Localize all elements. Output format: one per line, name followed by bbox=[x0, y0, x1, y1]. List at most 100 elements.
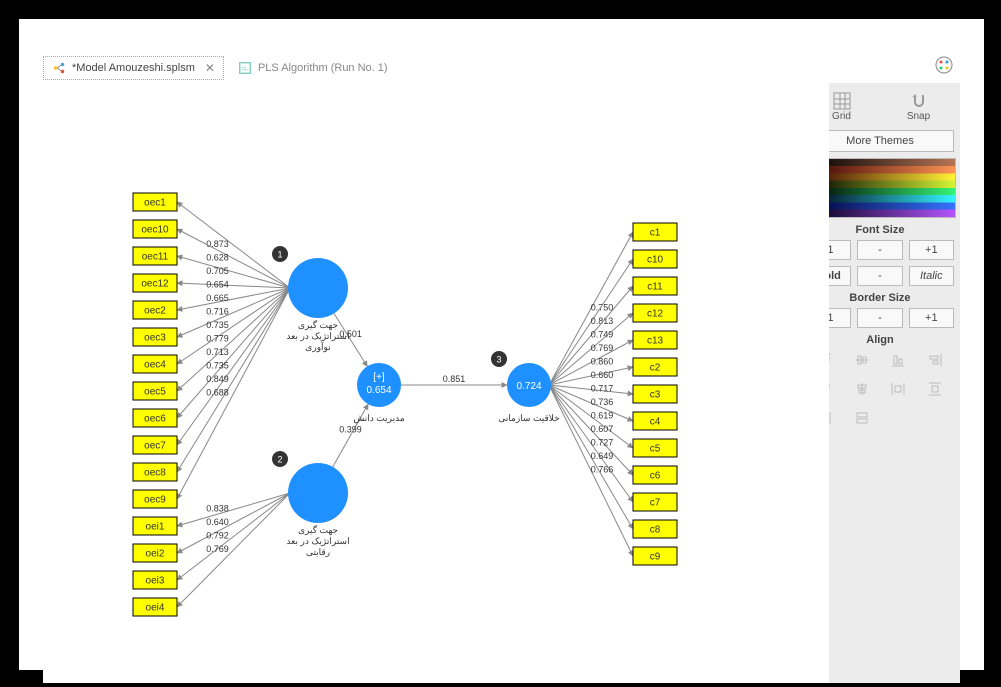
loading-value: 0.779 bbox=[206, 334, 229, 344]
indicator-label: oec8 bbox=[144, 468, 166, 479]
align-right-icon[interactable] bbox=[922, 352, 949, 371]
loading-value: 0.735 bbox=[206, 320, 229, 330]
tab-close-icon[interactable]: ✕ bbox=[205, 61, 215, 75]
distribute-v-icon[interactable] bbox=[922, 381, 949, 400]
lv-label: مدیریت دانش bbox=[353, 413, 405, 424]
font-inc-button[interactable]: +1 bbox=[909, 240, 954, 260]
loading-value: 0.873 bbox=[206, 239, 229, 249]
indicator-label: oec5 bbox=[144, 387, 166, 398]
path-coefficient: 0.399 bbox=[339, 425, 362, 435]
svg-text:نوآوری: نوآوری bbox=[305, 341, 330, 353]
indicator-label: oec3 bbox=[144, 333, 166, 344]
loading-value: 0.688 bbox=[206, 388, 229, 398]
indicator-label: c4 bbox=[650, 417, 661, 428]
loading-value: 0.766 bbox=[591, 465, 614, 475]
model-canvas[interactable]: 0.873 0.628 0.705 0.654 0.665 0.716 0.735 0.779… bbox=[43, 83, 829, 683]
app-frame: *Model Amouzeshi.splsm ✕ PLS Algorithm (… bbox=[18, 18, 985, 671]
same-height-icon[interactable] bbox=[849, 410, 876, 429]
svg-text:استراتژیک در بعد: استراتژیک در بعد bbox=[286, 536, 349, 547]
indicator-label: c6 bbox=[650, 471, 661, 482]
tab-bar: *Model Amouzeshi.splsm ✕ PLS Algorithm (… bbox=[43, 53, 396, 83]
lv-number-badge: 1 bbox=[277, 249, 282, 259]
indicator-label: oec6 bbox=[144, 414, 166, 425]
indicator-label: c10 bbox=[647, 255, 664, 266]
loading-value: 0.607 bbox=[591, 424, 614, 434]
indicator-label: oec11 bbox=[142, 252, 169, 263]
indicator-label: c5 bbox=[650, 444, 661, 455]
svg-text:استراتژیک در بعد: استراتژیک در بعد bbox=[286, 331, 349, 342]
loading-value: 0.727 bbox=[591, 438, 614, 448]
indicator-label: oei2 bbox=[146, 549, 165, 560]
loading-value: 0.640 bbox=[206, 517, 229, 527]
svg-text:+: + bbox=[912, 92, 917, 101]
indicator-label: c8 bbox=[650, 525, 661, 536]
loading-value: 0.628 bbox=[206, 253, 229, 263]
loading-value: 0.705 bbox=[206, 266, 229, 276]
lv-number-badge: 3 bbox=[496, 354, 501, 364]
indicator-label: c2 bbox=[650, 363, 661, 374]
loading-value: 0.849 bbox=[206, 374, 229, 384]
lv-label: خلاقیت سازمانی bbox=[498, 413, 560, 424]
lv-label: جهت گیری bbox=[298, 524, 338, 536]
lv-label: جهت گیری bbox=[298, 319, 338, 331]
indicator-label: c13 bbox=[647, 336, 664, 347]
loading-value: 0.860 bbox=[591, 357, 614, 367]
report-icon bbox=[238, 61, 252, 75]
loading-value: 0.660 bbox=[591, 370, 614, 380]
loading-value: 0.750 bbox=[591, 303, 614, 313]
loading-value: 0.769 bbox=[591, 343, 614, 353]
align-hcenter-icon[interactable] bbox=[849, 381, 876, 400]
lv-rsquare: 0.724 bbox=[516, 381, 541, 392]
align-vcenter-icon[interactable] bbox=[849, 352, 876, 371]
border-reset-button[interactable]: - bbox=[857, 308, 902, 328]
tab-model-label: *Model Amouzeshi.splsm bbox=[72, 62, 195, 74]
lv-expand-icon: [+] bbox=[373, 372, 385, 383]
loading-value: 0.619 bbox=[591, 411, 614, 421]
tab-model[interactable]: *Model Amouzeshi.splsm ✕ bbox=[43, 56, 224, 80]
lv-number-badge: 2 bbox=[277, 454, 282, 464]
loading-value: 0.665 bbox=[206, 293, 229, 303]
palette-icon[interactable] bbox=[934, 55, 954, 75]
diagram: 0.873 0.628 0.705 0.654 0.665 0.716 0.735 0.779… bbox=[43, 83, 829, 683]
indicator-label: oec4 bbox=[144, 360, 166, 371]
loading-value: 0.813 bbox=[591, 316, 614, 326]
loading-value: 0.716 bbox=[206, 307, 229, 317]
align-bottom-icon[interactable] bbox=[885, 352, 912, 371]
indicator-label: oec7 bbox=[144, 441, 166, 452]
indicator-label: c1 bbox=[650, 228, 661, 239]
loading-value: 0.654 bbox=[206, 280, 229, 290]
indicator-label: oei3 bbox=[146, 576, 165, 587]
model-icon bbox=[52, 61, 66, 75]
indicator-label: oei4 bbox=[146, 603, 165, 614]
style-reset-button[interactable]: - bbox=[857, 266, 902, 286]
indicator-label: oec2 bbox=[144, 306, 166, 317]
loading-value: 0.735 bbox=[206, 361, 229, 371]
indicator-label: oec1 bbox=[144, 198, 166, 209]
latent-variable[interactable] bbox=[288, 258, 348, 318]
loading-value: 0.713 bbox=[206, 347, 229, 357]
indicator-label: c7 bbox=[650, 498, 661, 509]
indicator-label: c11 bbox=[647, 282, 663, 293]
indicator-label: c9 bbox=[650, 552, 661, 563]
loading-value: 0.749 bbox=[591, 330, 614, 340]
indicator-label: c12 bbox=[647, 309, 664, 320]
tab-pls-label: PLS Algorithm (Run No. 1) bbox=[258, 62, 388, 74]
path-coefficient: 0.851 bbox=[443, 374, 466, 384]
distribute-h-icon[interactable] bbox=[885, 381, 912, 400]
indicator-label: oei1 bbox=[146, 522, 165, 533]
font-reset-button[interactable]: - bbox=[857, 240, 902, 260]
indicator-label: oec10 bbox=[141, 225, 169, 236]
snap-button[interactable]: + Snap bbox=[883, 89, 954, 124]
border-inc-button[interactable]: +1 bbox=[909, 308, 954, 328]
latent-variable[interactable] bbox=[288, 463, 348, 523]
loading-value: 0.736 bbox=[591, 397, 614, 407]
italic-button[interactable]: Italic bbox=[909, 266, 954, 286]
svg-text:رقابتی: رقابتی bbox=[306, 547, 330, 558]
loading-value: 0.838 bbox=[206, 504, 229, 514]
loading-value: 0.792 bbox=[206, 531, 229, 541]
lv-rsquare: 0.654 bbox=[366, 385, 391, 396]
loading-value: 0.649 bbox=[591, 451, 614, 461]
tab-pls-algorithm[interactable]: PLS Algorithm (Run No. 1) bbox=[230, 57, 396, 79]
snap-icon: + bbox=[883, 91, 954, 111]
indicator-label: oec9 bbox=[144, 495, 166, 506]
